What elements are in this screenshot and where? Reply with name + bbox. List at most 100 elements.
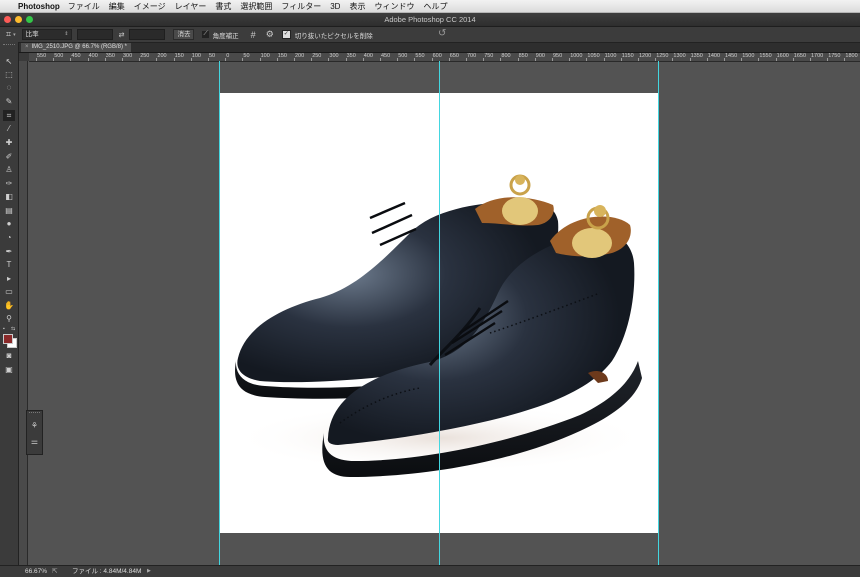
gear-icon[interactable]: ⚙: [266, 29, 274, 40]
ruler-label: 350: [346, 53, 356, 59]
menu-filter[interactable]: フィルター: [281, 1, 321, 12]
swap-icon[interactable]: ⇄: [119, 31, 125, 39]
menu-view[interactable]: 表示: [349, 1, 365, 12]
floating-mini-panel: ⚘ ⚌: [26, 410, 43, 455]
menu-select[interactable]: 選択範囲: [240, 1, 272, 12]
ruler-tick: [139, 58, 141, 61]
ruler-label: 500: [54, 53, 64, 59]
history-panel-icon[interactable]: ⚘: [30, 421, 39, 430]
ruler-tick: [362, 58, 364, 61]
shape-tool-icon[interactable]: ▭: [3, 286, 15, 297]
menu-help[interactable]: ヘルプ: [423, 1, 447, 12]
blur-tool-icon[interactable]: ●: [3, 218, 15, 229]
horizontal-ruler[interactable]: 550 500 450 400 350 300 250 200 150 100 50 0 50 100 15…: [29, 53, 860, 62]
close-tab-icon[interactable]: ×: [25, 44, 29, 50]
ruler-label: 1750: [828, 53, 841, 59]
ruler-label: 1600: [776, 53, 789, 59]
ratio-select[interactable]: 比率 ⇕: [21, 29, 72, 40]
vertical-ruler[interactable]: [19, 61, 28, 565]
clear-button[interactable]: 消去: [173, 29, 195, 40]
swap-colors-icon[interactable]: ⇆: [11, 326, 15, 332]
screen-mode-icon[interactable]: ▣: [3, 364, 15, 375]
pen-tool-icon[interactable]: ✒: [3, 246, 15, 257]
menu-file[interactable]: ファイル: [68, 1, 100, 12]
ruler-tick: [466, 58, 467, 61]
ruler-label: 750: [484, 53, 494, 59]
quick-selection-tool-icon[interactable]: ✎: [3, 96, 15, 107]
ruler-tick: [500, 58, 502, 61]
eyedropper-tool-icon[interactable]: ⁄: [3, 123, 15, 134]
reset-icon[interactable]: ↺: [438, 28, 446, 39]
straighten-icon[interactable]: ⟋: [202, 31, 209, 38]
ruler-tick: [311, 58, 313, 61]
clone-stamp-tool-icon[interactable]: ♙: [3, 164, 15, 175]
width-field[interactable]: [76, 29, 113, 40]
quick-mask-icon[interactable]: ◙: [3, 350, 15, 361]
marquee-tool-icon[interactable]: ⬚: [3, 69, 15, 80]
ruler-tick: [397, 58, 399, 61]
ruler-label: 1100: [604, 53, 617, 59]
ruler-label: 50: [243, 53, 250, 59]
menu-image[interactable]: イメージ: [134, 1, 166, 12]
ruler-tick: [620, 58, 622, 61]
ruler-tick: [242, 58, 244, 61]
dodge-tool-icon[interactable]: ◔: [3, 232, 15, 243]
ruler-tick: [380, 58, 381, 61]
gradient-tool-icon[interactable]: ▤: [3, 205, 15, 216]
height-field[interactable]: [129, 29, 166, 40]
menu-edit[interactable]: 編集: [109, 1, 125, 12]
document-tab-bar: × IMG_2510.JPG @ 66.7% (RGB/8) *: [19, 43, 860, 53]
ruler-label: 1450: [725, 53, 738, 59]
history-brush-tool-icon[interactable]: ✑: [3, 178, 15, 189]
guide-line-left[interactable]: [219, 61, 220, 565]
healing-brush-tool-icon[interactable]: ✚: [3, 137, 15, 148]
properties-panel-icon[interactable]: ⚌: [30, 437, 39, 446]
ruler-label: 200: [295, 53, 305, 59]
status-menu-arrow-icon[interactable]: ▶: [147, 566, 151, 577]
move-tool-icon[interactable]: ↖: [3, 56, 15, 67]
zoom-level[interactable]: 66.67%: [25, 566, 47, 577]
crop-tool-icon[interactable]: ⌗: [3, 110, 15, 121]
ruler-tick: [53, 58, 55, 61]
ruler-tick: [104, 58, 106, 61]
delete-cropped-checkbox[interactable]: ✓: [281, 30, 291, 39]
guide-line-right[interactable]: [658, 61, 659, 565]
menu-3d[interactable]: 3D: [330, 2, 340, 11]
menu-app-name[interactable]: Photoshop: [18, 2, 60, 11]
mini-panel-grip[interactable]: [29, 412, 40, 413]
ruler-label: 800: [501, 53, 511, 59]
menu-bar: Photoshop ファイル 編集 イメージ レイヤー 書式 選択範囲 フィルタ…: [0, 0, 860, 13]
panel-grip[interactable]: [3, 44, 15, 47]
chevron-down-icon[interactable]: ▾: [13, 32, 16, 38]
ruler-tick: [190, 58, 192, 61]
zoom-tool-icon[interactable]: ⚲: [3, 313, 15, 324]
ruler-label: 300: [123, 53, 133, 59]
ruler-origin[interactable]: [19, 53, 29, 61]
lasso-tool-icon[interactable]: ◌: [3, 82, 15, 93]
ruler-tick: [414, 58, 416, 61]
ruler-label: 550: [415, 53, 425, 59]
menu-type[interactable]: 書式: [215, 1, 231, 12]
type-tool-icon[interactable]: T: [3, 259, 15, 270]
grid-overlay-icon[interactable]: #: [251, 30, 256, 40]
crop-tool-preset-icon[interactable]: ⌗: [6, 29, 11, 40]
brush-tool-icon[interactable]: ✐: [3, 151, 15, 162]
ruler-tick: [775, 58, 777, 61]
delete-cropped-label[interactable]: 切り抜いたピクセルを削除: [295, 30, 373, 40]
options-bar: ⌗ ▾ 比率 ⇕ ⇄ 消去 ⟋ 角度補正 # ⚙ ✓ 切り抜いたピクセルを削除 ↺: [0, 27, 860, 43]
ruler-tick: [87, 58, 89, 61]
path-selection-tool-icon[interactable]: ▸: [3, 273, 15, 284]
eraser-tool-icon[interactable]: ◧: [3, 191, 15, 202]
foreground-color-swatch[interactable]: [3, 334, 13, 344]
menu-window[interactable]: ウィンドウ: [374, 1, 414, 12]
status-bar: 66.67% ⇱ ファイル : 4.84M/4.84M ▶: [0, 565, 860, 577]
document-tab[interactable]: × IMG_2510.JPG @ 66.7% (RGB/8) *: [21, 43, 131, 52]
straighten-label[interactable]: 角度補正: [213, 30, 239, 40]
hand-tool-icon[interactable]: ✋: [3, 300, 15, 311]
export-icon[interactable]: ⇱: [52, 566, 57, 577]
default-colors-icon[interactable]: ▪: [3, 326, 5, 332]
guide-line-center[interactable]: [439, 61, 440, 565]
ruler-label: 400: [363, 53, 373, 59]
select-arrows-icon: ⇕: [64, 31, 69, 37]
menu-layer[interactable]: レイヤー: [175, 1, 207, 12]
